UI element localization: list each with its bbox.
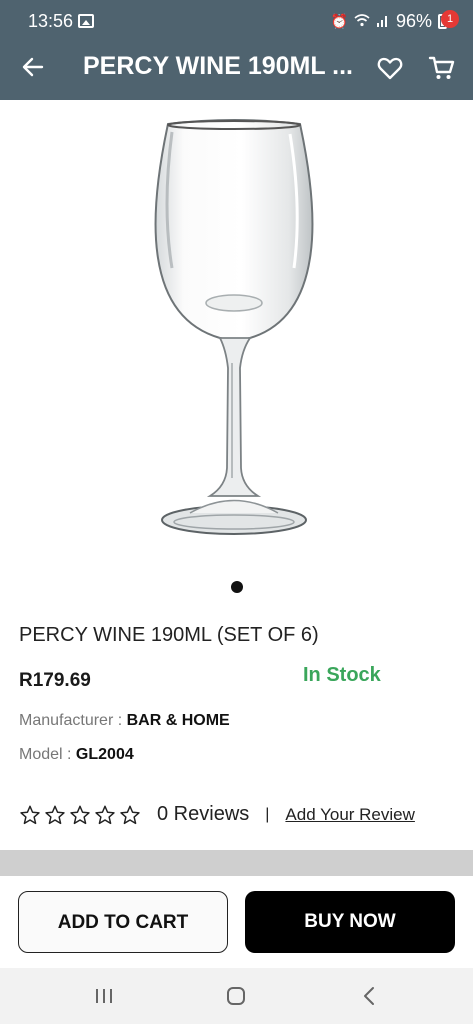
add-review-link[interactable]: Add Your Review <box>285 805 414 825</box>
section-divider <box>0 850 473 876</box>
manufacturer-value: BAR & HOME <box>126 712 230 729</box>
gallery-icon <box>78 14 94 28</box>
star-icon <box>45 805 65 824</box>
buy-now-button[interactable]: BUY NOW <box>245 891 455 953</box>
system-nav-bar <box>0 968 473 1024</box>
page-title: PERCY WINE 190ML ... <box>83 52 353 80</box>
wifi-icon <box>354 13 370 30</box>
alarm-icon: ⏰ <box>330 13 348 29</box>
star-icon <box>120 805 140 824</box>
add-to-cart-button[interactable]: ADD TO CART <box>18 891 228 953</box>
model-label: Model : <box>19 746 76 763</box>
reviews-count[interactable]: 0 Reviews <box>157 803 249 826</box>
status-time: 13:56 <box>28 11 74 31</box>
battery-percent: 96% <box>395 11 432 31</box>
home-icon[interactable] <box>226 986 246 1006</box>
back-nav-icon[interactable] <box>360 986 380 1006</box>
star-icon <box>95 805 115 824</box>
carousel-indicator-dot[interactable] <box>231 581 243 593</box>
separator: | <box>265 805 270 823</box>
rating-stars <box>19 804 141 826</box>
cart-icon[interactable] <box>428 54 456 82</box>
stock-status: In Stock <box>303 664 381 686</box>
model-value: GL2004 <box>75 746 134 763</box>
rating-row: 0 Reviews | Add Your Review <box>19 803 415 826</box>
manufacturer-row: Manufacturer : BAR & HOME <box>19 712 230 730</box>
status-right: ⏰ 96% <box>331 11 447 32</box>
back-arrow-icon[interactable] <box>20 54 46 80</box>
signal-icon <box>376 13 390 30</box>
wishlist-heart-icon[interactable] <box>376 54 404 82</box>
star-icon <box>20 805 40 824</box>
cart-count-badge: 1 <box>441 10 459 28</box>
manufacturer-label: Manufacturer : <box>19 712 127 729</box>
model-row: Model : GL2004 <box>19 746 134 764</box>
star-icon <box>70 805 90 824</box>
product-image-wine-glass[interactable] <box>140 118 330 548</box>
top-bar: 13:56 ⏰ 96% PERCY WINE 190ML ... <box>0 0 473 100</box>
product-price: R179.69 <box>19 670 91 691</box>
status-bar: 13:56 ⏰ 96% <box>0 0 473 44</box>
recent-apps-icon[interactable] <box>94 986 114 1006</box>
app-bar: PERCY WINE 190ML ... <box>0 44 473 100</box>
product-name: PERCY WINE 190ML (SET OF 6) <box>19 624 319 646</box>
